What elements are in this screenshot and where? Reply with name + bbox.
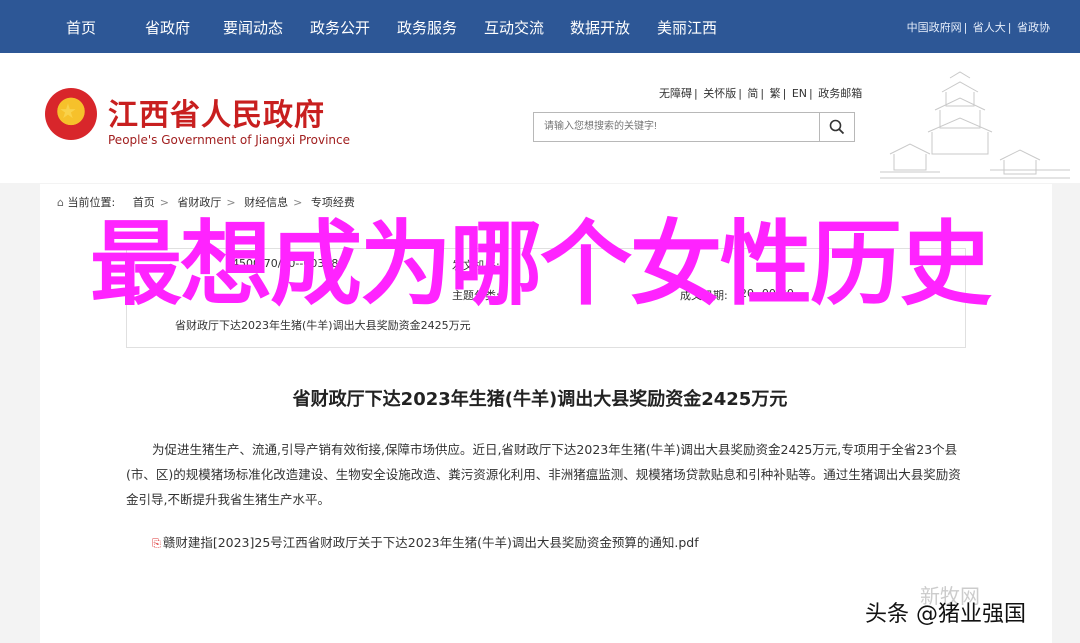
care-version-link[interactable]: 关怀版	[703, 87, 736, 100]
star-icon: ★	[59, 99, 77, 123]
watermark-secondary: 头条 @猪业强国	[865, 602, 1026, 627]
gov-mail-link[interactable]: 政务邮箱	[818, 87, 862, 100]
english-link[interactable]: EN	[792, 87, 807, 100]
pdf-icon: ⎘	[152, 537, 161, 550]
nav-item-interaction[interactable]: 互动交流	[484, 17, 544, 38]
attachment-link[interactable]: ⎘ 赣财建指[2023]25号江西省财政厅关于下达2023年生猪(牛羊)调出大县奖…	[152, 532, 699, 551]
nav-item-home[interactable]: 首页	[66, 17, 96, 38]
link-cppcc[interactable]: 省政协	[1017, 21, 1050, 34]
article-body: 为促进生猪生产、流通,引导产销有效衔接,保障市场供应。近日,省财政厅下达2023…	[126, 442, 961, 507]
search-input[interactable]	[534, 113, 834, 139]
pavilion-illustration	[880, 71, 1070, 179]
site-title: 江西省人民政府	[108, 98, 325, 133]
external-links: 中国政府网 | 省人大 | 省政协	[906, 21, 1050, 34]
article-title: 省财政厅下达2023年生猪(牛羊)调出大县奖励资金2425万元	[292, 389, 788, 410]
search-button[interactable]	[819, 113, 854, 141]
traditional-chinese-link[interactable]: 繁	[770, 87, 781, 100]
nav-item-open-data[interactable]: 数据开放	[570, 17, 630, 38]
link-central-gov[interactable]: 中国政府网	[907, 21, 962, 34]
nav-item-province-gov[interactable]: 省政府	[145, 17, 190, 38]
link-provincial-congress[interactable]: 省人大	[973, 21, 1006, 34]
site-subtitle: People's Government of Jiangxi Province	[108, 133, 351, 147]
search-bar	[533, 112, 855, 142]
nav-item-beautiful-jiangxi[interactable]: 美丽江西	[657, 17, 717, 38]
nav-item-news[interactable]: 要闻动态	[223, 17, 283, 38]
nav-item-services[interactable]: 政务服务	[397, 17, 457, 38]
national-emblem-logo: ★	[45, 88, 97, 140]
search-icon	[829, 119, 845, 135]
utility-links: 无障碍 | 关怀版 | 简 | 繁 | EN | 政务邮箱	[659, 87, 863, 100]
overlay-caption: 最想成为哪个女性历史	[89, 211, 992, 318]
simplified-chinese-link[interactable]: 简	[747, 87, 758, 100]
accessibility-link[interactable]: 无障碍	[659, 87, 692, 100]
top-navigation-bar: 首页 省政府 要闻动态 政务公开 政务服务 互动交流 数据开放 美丽江西 中国政…	[0, 0, 1080, 53]
attachment-filename[interactable]: 赣财建指[2023]25号江西省财政厅关于下达2023年生猪(牛羊)调出大县奖励…	[163, 535, 699, 550]
nav-item-gov-affairs[interactable]: 政务公开	[310, 17, 370, 38]
